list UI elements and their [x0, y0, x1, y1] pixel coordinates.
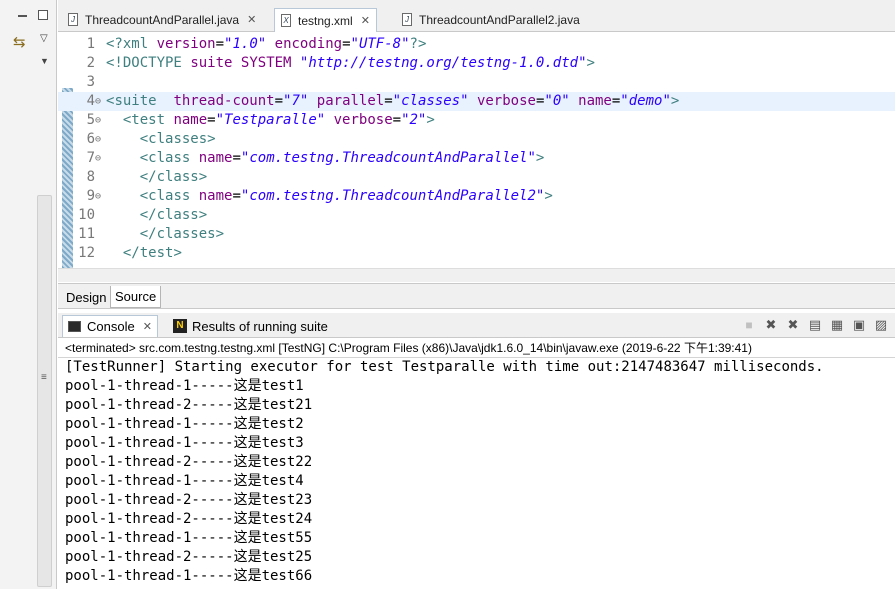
line-number: 3: [86, 74, 95, 90]
console-output-line: pool-1-thread-2-----这是test24: [65, 511, 313, 527]
code-text: <classes>: [139, 131, 216, 147]
line-number: 6: [86, 131, 95, 147]
line-number: 8: [86, 169, 95, 185]
left-side-panel: ⇆ ▽ ▼ ≡: [0, 0, 57, 589]
tab-results-of-running-suite[interactable]: N Results of running suite: [168, 315, 333, 337]
link-with-editor-icon[interactable]: ⇆: [13, 35, 31, 51]
view-menu-chevron-down-icon[interactable]: ▽: [40, 33, 48, 44]
tab-label: Results of running suite: [192, 318, 328, 334]
close-tab-icon[interactable]: ✕: [361, 14, 370, 27]
tab-threadcountandparallel-java[interactable]: J ThreadcountAndParallel.java ✕: [62, 8, 262, 31]
console-output-line: pool-1-thread-1-----这是test55: [65, 530, 313, 546]
scroll-down-arrow-icon[interactable]: ▼: [40, 56, 49, 66]
java-file-icon: J: [68, 13, 78, 26]
editor-horizontal-scrollbar[interactable]: [58, 268, 895, 282]
code-text: <test name="Testparalle" verbose="2">: [122, 112, 435, 128]
fold-toggle-icon[interactable]: ⊖: [95, 187, 101, 206]
minimize-view-button[interactable]: [18, 15, 27, 17]
remove-launch-icon[interactable]: ✖: [763, 317, 779, 333]
xml-file-icon: X: [281, 14, 291, 27]
code-line[interactable]: 8 </class>: [58, 168, 895, 187]
console-output-line: pool-1-thread-2-----这是test21: [65, 397, 313, 413]
fold-toggle-icon[interactable]: ⊖: [95, 111, 101, 130]
console-output-line: pool-1-thread-1-----这是test4: [65, 473, 304, 489]
code-text: <class name="com.testng.ThreadcountAndPa…: [139, 150, 545, 166]
tab-source[interactable]: Source: [110, 286, 162, 308]
remove-all-icon[interactable]: ✖: [785, 317, 801, 333]
line-number: 2: [86, 55, 95, 71]
code-line[interactable]: 1 <?xml version="1.0" encoding="UTF-8"?>: [58, 35, 895, 54]
code-line[interactable]: 5 ⊖ <test name="Testparalle" verbose="2">: [58, 111, 895, 130]
line-number: 12: [78, 245, 95, 261]
tab-label: testng.xml: [298, 13, 353, 28]
console-output-line: [TestRunner] Starting executor for test …: [65, 359, 824, 375]
terminated-status-line: <terminated> src.com.testng.testng.xml […: [58, 338, 895, 358]
line-number: 11: [78, 226, 95, 242]
clear-console-icon[interactable]: ▦: [829, 317, 845, 333]
console-output[interactable]: [TestRunner] Starting executor for test …: [58, 358, 895, 589]
line-number: 10: [78, 207, 95, 223]
code-line[interactable]: 11 </classes>: [58, 225, 895, 244]
fold-toggle-icon[interactable]: ⊖: [95, 130, 101, 149]
tab-label: ThreadcountAndParallel2.java: [419, 12, 580, 27]
tab-label: Console: [87, 319, 135, 334]
maximize-view-button[interactable]: [38, 10, 48, 20]
xml-source-editor[interactable]: 1 <?xml version="1.0" encoding="UTF-8"?> 2…: [58, 32, 895, 268]
tab-threadcountandparallel2-java[interactable]: J ThreadcountAndParallel2.java: [396, 8, 586, 31]
console-output-line: pool-1-thread-1-----这是test1: [65, 378, 304, 394]
tab-console[interactable]: Console ✕: [62, 315, 158, 337]
console-output-line: pool-1-thread-2-----这是test22: [65, 454, 313, 470]
pin-console-icon[interactable]: ▣: [851, 317, 867, 333]
console-output-line: pool-1-thread-1-----这是test3: [65, 435, 304, 451]
close-tab-icon[interactable]: ✕: [247, 13, 256, 26]
terminate-icon[interactable]: ■: [741, 317, 757, 333]
code-text: <class name="com.testng.ThreadcountAndPa…: [139, 188, 553, 204]
java-file-icon: J: [402, 13, 412, 26]
code-text: <!DOCTYPE suite SYSTEM "http://testng.or…: [106, 55, 595, 71]
code-line[interactable]: 3: [58, 73, 895, 92]
console-output-line: pool-1-thread-1-----这是test66: [65, 568, 313, 584]
console-view-tab-bar: Console ✕ N Results of running suite ■ ✖…: [58, 313, 895, 338]
console-output-line: pool-1-thread-2-----这是test25: [65, 549, 313, 565]
code-line[interactable]: 4 ⊖ <suite thread-count="7" parallel="clas…: [58, 92, 895, 111]
vertical-scrollbar[interactable]: [37, 195, 52, 587]
code-text: <suite thread-count="7" parallel="classe…: [106, 93, 680, 109]
editor-tab-bar: J ThreadcountAndParallel.java ✕ X testng…: [58, 0, 895, 32]
console-icon: [68, 321, 81, 332]
line-number: 5: [86, 112, 95, 128]
code-text: </classes>: [139, 226, 225, 242]
fold-toggle-icon[interactable]: ⊖: [95, 92, 101, 111]
tab-testng-xml[interactable]: X testng.xml ✕: [274, 8, 377, 32]
display-console-icon[interactable]: ▨: [873, 317, 889, 333]
console-toolbar: ■ ✖ ✖ ▤ ▦ ▣ ▨: [741, 317, 889, 333]
code-text: <?xml version="1.0" encoding="UTF-8"?>: [106, 36, 427, 52]
line-number: 9: [86, 188, 95, 204]
xml-editor-page-tabs: Design Source: [58, 283, 895, 309]
line-number: 1: [86, 36, 95, 52]
console-output-line: pool-1-thread-2-----这是test23: [65, 492, 313, 508]
close-tab-icon[interactable]: ✕: [143, 320, 152, 333]
fold-toggle-icon[interactable]: ⊖: [95, 149, 101, 168]
code-line[interactable]: 2 <!DOCTYPE suite SYSTEM "http://testng.o…: [58, 54, 895, 73]
sash-grip-icon[interactable]: ≡: [41, 372, 47, 383]
code-text: </class>: [139, 169, 208, 185]
console-output-line: pool-1-thread-1-----这是test2: [65, 416, 304, 432]
code-text: </class>: [139, 207, 208, 223]
line-number: 4: [86, 93, 95, 109]
tab-label: ThreadcountAndParallel.java: [85, 12, 240, 27]
code-line[interactable]: 9 ⊖ <class name="com.testng.ThreadcountAn…: [58, 187, 895, 206]
scroll-lock-icon[interactable]: ▤: [807, 317, 823, 333]
tab-design[interactable]: Design: [62, 286, 110, 308]
code-text: </test>: [122, 245, 182, 261]
code-line[interactable]: 7 ⊖ <class name="com.testng.ThreadcountAn…: [58, 149, 895, 168]
testng-icon: N: [173, 319, 187, 333]
line-number: 7: [86, 150, 95, 166]
code-line[interactable]: 6 ⊖ <classes>: [58, 130, 895, 149]
code-line[interactable]: 12 </test>: [58, 244, 895, 263]
code-line[interactable]: 10 </class>: [58, 206, 895, 225]
